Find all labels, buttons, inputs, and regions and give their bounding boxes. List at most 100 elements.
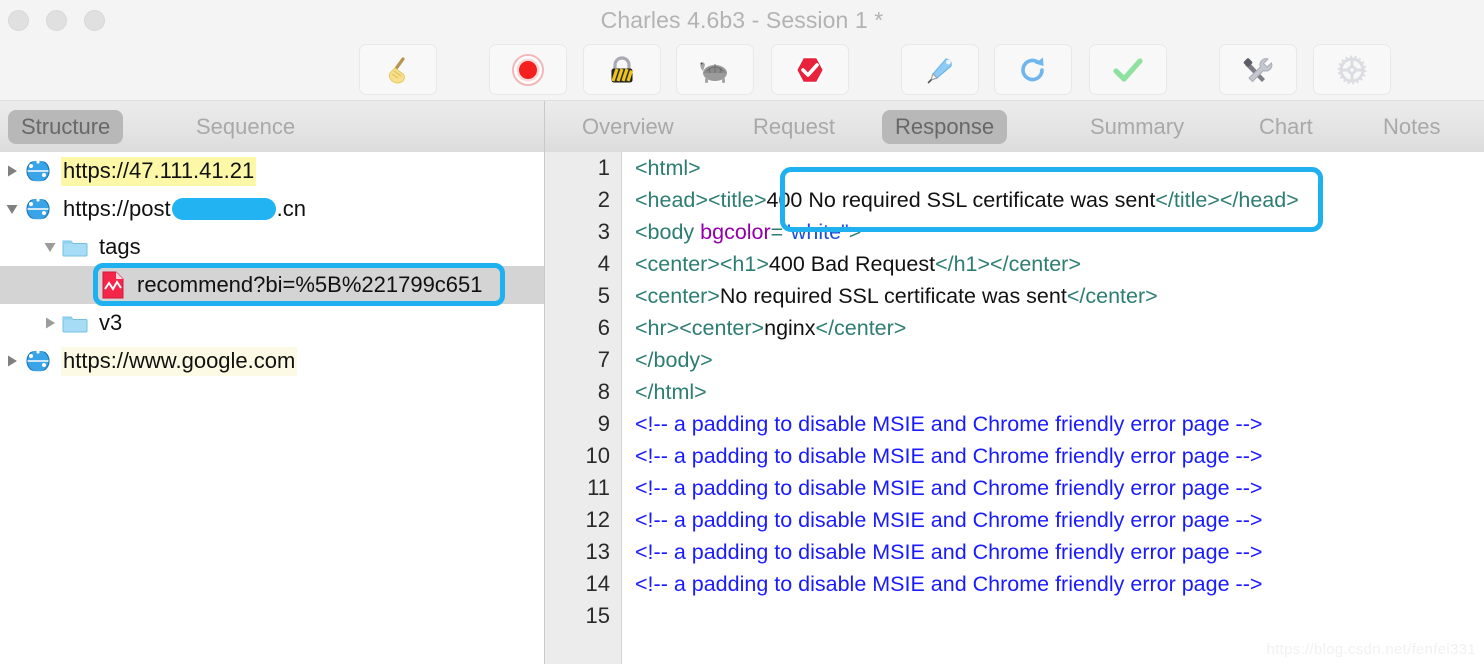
settings-button[interactable]: [1313, 44, 1391, 95]
throttling-button[interactable]: [676, 44, 754, 95]
code-token-tag: <hr><center>: [635, 316, 765, 340]
code-line: <!-- a padding to disable MSIE and Chrom…: [623, 568, 1484, 600]
tab-chart[interactable]: Chart: [1246, 110, 1326, 144]
session-structure-tree[interactable]: https://47.111.41.21 https://post .cn ta…: [0, 152, 544, 664]
tab-structure[interactable]: Structure: [8, 110, 124, 144]
line-number: 9: [597, 411, 610, 436]
code-token-txt: 400 No required SSL certificate was sent: [766, 188, 1156, 212]
ssl-proxying-button[interactable]: [583, 44, 661, 95]
code-token-tag: </body>: [635, 348, 713, 372]
line-number: 10: [585, 443, 610, 468]
gear-icon: [1333, 51, 1371, 89]
disclosure-expanded-icon[interactable]: [0, 201, 24, 217]
tree-row-host-post[interactable]: https://post .cn: [0, 190, 544, 228]
tree-label-host-post-suffix: .cn: [276, 195, 306, 221]
code-line: <!-- a padding to disable MSIE and Chrom…: [623, 408, 1484, 440]
window-title: Charles 4.6b3 - Session 1 *: [600, 7, 884, 33]
line-number: 15: [585, 603, 610, 628]
code-line: <head><title>400 No required SSL certifi…: [623, 184, 1484, 216]
line-number: 3: [597, 219, 610, 244]
record-button[interactable]: [489, 44, 567, 95]
lock-icon: [603, 51, 641, 89]
tree-row-host-google[interactable]: https://www.google.com: [0, 342, 544, 380]
charles-proxy-window: Charles 4.6b3 - Session 1 * Structure Se…: [0, 0, 1484, 664]
line-number: 13: [585, 539, 610, 564]
code-line: <center>No required SSL certificate was …: [623, 280, 1484, 312]
line-number: 7: [597, 347, 610, 372]
code-token-tag: >: [848, 220, 862, 244]
redaction-bar: [171, 197, 276, 220]
tab-summary[interactable]: Summary: [1077, 110, 1197, 144]
line-number: 14: [585, 571, 610, 596]
tab-sequence[interactable]: Sequence: [183, 110, 308, 144]
validate-button[interactable]: [1089, 44, 1167, 95]
stop-check-icon: [791, 51, 829, 89]
code-token-tag: </html>: [635, 380, 707, 404]
refresh-icon: [1014, 51, 1052, 89]
code-token-tag: <center><h1>: [635, 252, 769, 276]
broom-icon: [378, 50, 418, 90]
folder-icon: [62, 236, 88, 258]
tree-label-recommend: recommend?bi=%5B%221799c651: [137, 271, 483, 297]
pen-icon: [921, 51, 959, 89]
disclosure-collapsed-icon[interactable]: [0, 353, 24, 369]
tab-overview[interactable]: Overview: [569, 110, 687, 144]
tab-response[interactable]: Response: [882, 110, 1008, 144]
code-token-tag: <center>: [635, 284, 720, 308]
code-token-tag: </center>: [1066, 284, 1158, 308]
code-token-cmt: <!-- a padding to disable MSIE and Chrom…: [635, 508, 1263, 532]
code-line: </html>: [623, 376, 1484, 408]
code-token-attr: bgcolor: [700, 220, 771, 244]
line-number: 1: [597, 155, 610, 180]
repeat-button[interactable]: [994, 44, 1072, 95]
code-token-cmt: <!-- a padding to disable MSIE and Chrom…: [635, 572, 1263, 596]
left-panel-tabbar: Structure Sequence: [0, 101, 544, 152]
code-token-tag: </center>: [815, 316, 907, 340]
compose-button[interactable]: [901, 44, 979, 95]
folder-icon: [62, 312, 88, 334]
tab-notes[interactable]: Notes: [1370, 110, 1453, 144]
code-token-tag: =: [770, 220, 784, 244]
globe-icon: [24, 347, 52, 375]
disclosure-collapsed-icon[interactable]: [38, 315, 62, 331]
disclosure-expanded-icon[interactable]: [38, 239, 62, 255]
tree-label-host-post-prefix: https://post: [63, 195, 171, 221]
line-number: 8: [597, 379, 610, 404]
line-number: 6: [597, 315, 610, 340]
code-token-tag: <body: [635, 220, 701, 244]
tools-icon: [1238, 51, 1278, 89]
tree-label-host-ip: https://47.111.41.21: [61, 156, 257, 186]
code-token-cmt: <!-- a padding to disable MSIE and Chrom…: [635, 412, 1263, 436]
main-toolbar: [0, 38, 1484, 101]
record-icon: [509, 51, 547, 89]
disclosure-collapsed-icon[interactable]: [0, 163, 24, 179]
tools-button[interactable]: [1219, 44, 1297, 95]
code-line: <!-- a padding to disable MSIE and Chrom…: [623, 472, 1484, 504]
tree-row-folder-v3[interactable]: v3: [0, 304, 544, 342]
code-token-val: "white": [783, 220, 849, 244]
line-number: 4: [597, 251, 610, 276]
breakpoints-button[interactable]: [771, 44, 849, 95]
tree-row-folder-tags[interactable]: tags: [0, 228, 544, 266]
code-token-txt: nginx: [764, 316, 816, 340]
response-body-viewer[interactable]: 1 2 3 4 5 6 7 8 9 10 11 12 13 14 15 <html> <head><title…: [545, 152, 1484, 664]
clear-session-button[interactable]: [359, 44, 437, 95]
tree-label-host-google: https://www.google.com: [61, 346, 298, 376]
line-number: 5: [597, 283, 610, 308]
code-token-tag: </title></head>: [1155, 188, 1299, 212]
globe-icon: [24, 157, 52, 185]
tree-row-request-recommend[interactable]: recommend?bi=%5B%221799c651: [0, 266, 544, 304]
code-line: <!-- a padding to disable MSIE and Chrom…: [623, 440, 1484, 472]
code-line: <hr><center>nginx</center>: [623, 312, 1484, 344]
right-panel-tabbar: Overview Request Response Summary Chart …: [545, 101, 1484, 152]
code-token-tag: <head><title>: [635, 188, 767, 212]
code-line: <center><h1>400 Bad Request</h1></center…: [623, 248, 1484, 280]
tab-request[interactable]: Request: [740, 110, 848, 144]
tree-row-host-ip[interactable]: https://47.111.41.21: [0, 152, 544, 190]
code-token-cmt: <!-- a padding to disable MSIE and Chrom…: [635, 476, 1263, 500]
globe-icon: [24, 195, 52, 223]
tree-label-tags: tags: [99, 233, 141, 259]
code-content[interactable]: <html> <head><title>400 No required SSL c…: [623, 152, 1484, 664]
line-number: 2: [597, 187, 610, 212]
